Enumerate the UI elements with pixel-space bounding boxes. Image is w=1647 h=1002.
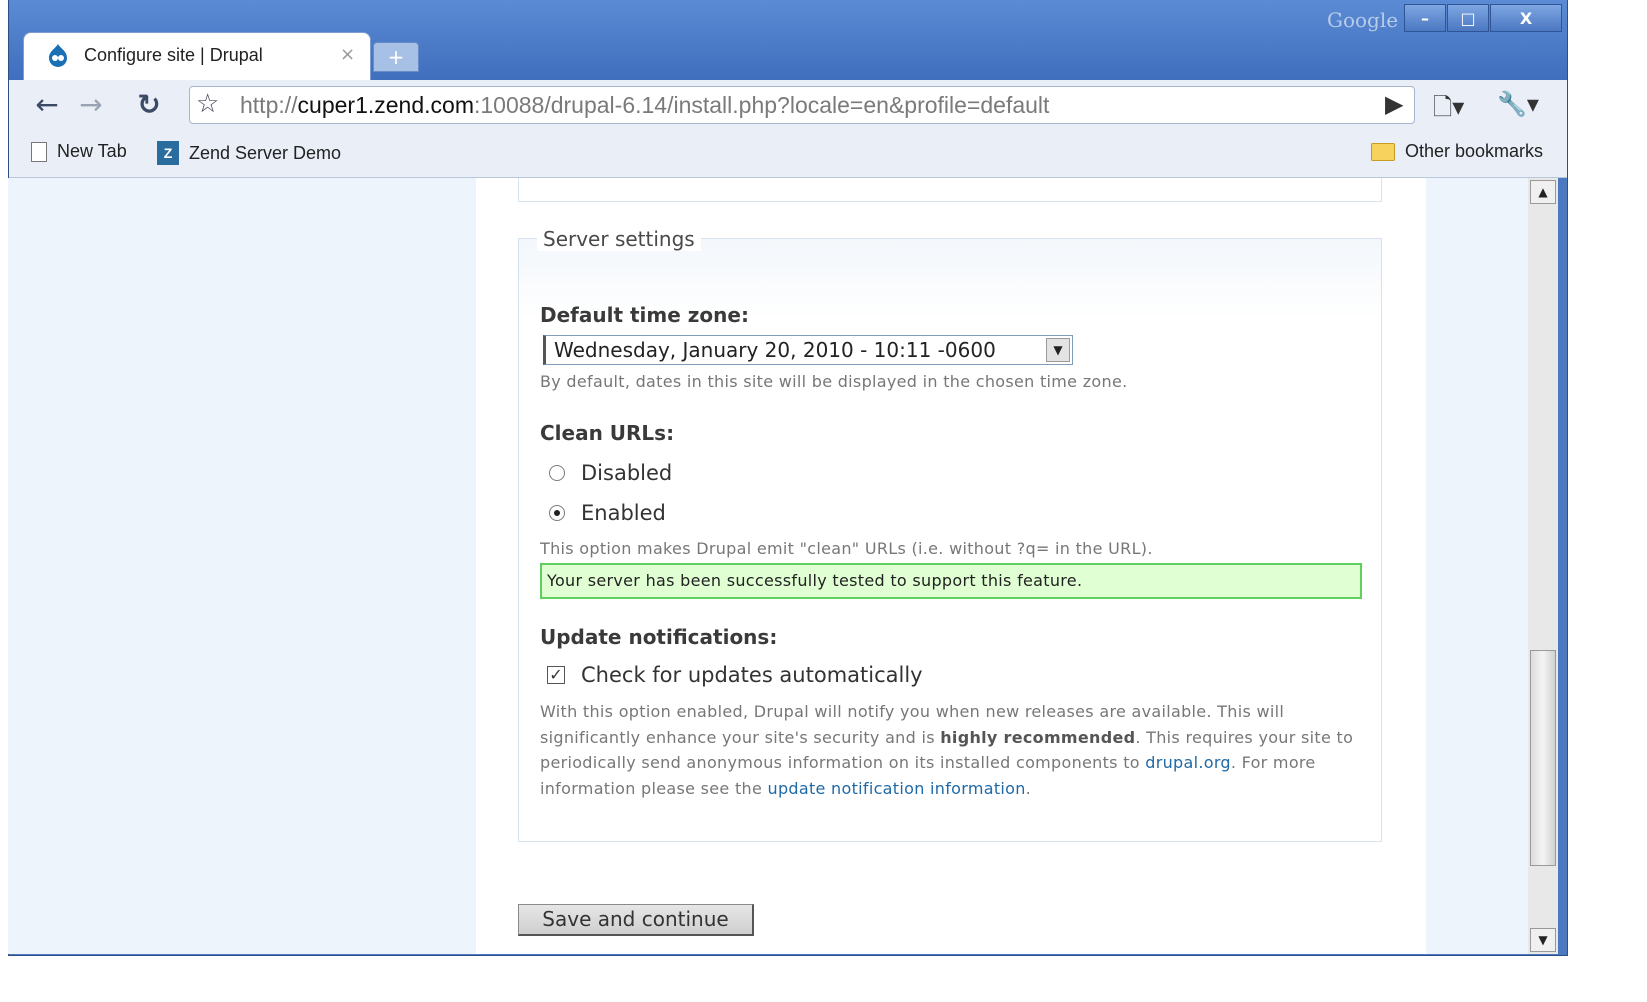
server-settings-fieldset: Server settings Default time zone: Wedne… bbox=[518, 227, 1382, 842]
radio-enabled[interactable]: Enabled bbox=[549, 501, 666, 525]
update-notifications-label: Update notifications: bbox=[540, 625, 778, 649]
radio-enabled-icon[interactable] bbox=[549, 505, 565, 521]
bookmark-new-tab[interactable]: New Tab bbox=[31, 141, 127, 162]
drupal-org-link[interactable]: drupal.org bbox=[1145, 753, 1231, 772]
timezone-selected-value: Wednesday, January 20, 2010 - 10:11 -060… bbox=[554, 338, 996, 362]
tab-close-icon[interactable]: × bbox=[340, 44, 355, 65]
google-logo: Google bbox=[1327, 8, 1399, 32]
go-arrow-icon[interactable]: ▶ bbox=[1385, 90, 1403, 118]
scrollbar-thumb[interactable] bbox=[1530, 650, 1556, 866]
url-text[interactable]: http://cuper1.zend.com:10088/drupal-6.14… bbox=[240, 92, 1049, 119]
radio-disabled-icon[interactable] bbox=[549, 465, 565, 481]
page-viewport: Server settings Default time zone: Wedne… bbox=[8, 178, 1528, 954]
clean-urls-label: Clean URLs: bbox=[540, 421, 675, 445]
bookmarks-bar: New Tab Z Zend Server Demo Other bookmar… bbox=[9, 132, 1567, 178]
update-notification-info-link[interactable]: update notification information bbox=[768, 779, 1026, 798]
address-bar[interactable]: ☆ http://cuper1.zend.com:10088/drupal-6.… bbox=[189, 86, 1415, 124]
zend-icon: Z bbox=[157, 141, 179, 165]
previous-fieldset-edge bbox=[518, 178, 1382, 202]
check-updates-row[interactable]: ✓ Check for updates automatically bbox=[547, 663, 923, 687]
update-notifications-description: With this option enabled, Drupal will no… bbox=[540, 702, 1354, 798]
back-arrow-icon[interactable]: ← bbox=[29, 90, 65, 122]
bookmark-zend-server-demo[interactable]: Z Zend Server Demo bbox=[157, 141, 341, 165]
scroll-up-arrow-icon[interactable]: ▲ bbox=[1530, 180, 1556, 204]
folder-icon bbox=[1371, 142, 1395, 161]
dropdown-arrow-icon[interactable]: ▼ bbox=[1046, 338, 1070, 362]
timezone-select[interactable]: Wednesday, January 20, 2010 - 10:11 -060… bbox=[543, 335, 1073, 365]
save-and-continue-button[interactable]: Save and continue bbox=[518, 904, 754, 936]
bookmark-star-icon[interactable]: ☆ bbox=[196, 89, 219, 119]
drupal-favicon-icon bbox=[49, 44, 67, 67]
reload-icon[interactable]: ↻ bbox=[131, 90, 167, 122]
page-content: Server settings Default time zone: Wedne… bbox=[476, 178, 1426, 954]
timezone-label: Default time zone: bbox=[540, 303, 749, 327]
toolbar: ← → ↻ ☆ http://cuper1.zend.com:10088/dru… bbox=[9, 80, 1567, 132]
tab-title: Configure site | Drupal bbox=[84, 45, 263, 65]
radio-disabled[interactable]: Disabled bbox=[549, 461, 672, 485]
page-icon bbox=[31, 141, 47, 162]
fieldset-legend: Server settings bbox=[537, 227, 701, 251]
forward-arrow-icon[interactable]: → bbox=[73, 90, 109, 122]
checkbox-checked-icon[interactable]: ✓ bbox=[547, 666, 565, 684]
close-window-button[interactable]: X bbox=[1490, 4, 1562, 32]
vertical-scrollbar[interactable]: ▲ ▼ bbox=[1528, 178, 1558, 954]
window-controls: – □ X bbox=[1404, 4, 1564, 34]
clean-urls-description: This option makes Drupal emit "clean" UR… bbox=[540, 539, 1153, 558]
page-menu-icon[interactable]: 🗋▾ bbox=[1433, 90, 1464, 131]
tab-configure-site[interactable]: Configure site | Drupal × bbox=[23, 32, 371, 80]
minimize-button[interactable]: – bbox=[1404, 4, 1446, 32]
wrench-menu-icon[interactable]: 🔧▾ bbox=[1497, 90, 1539, 118]
timezone-description: By default, dates in this site will be d… bbox=[540, 372, 1128, 391]
scroll-down-arrow-icon[interactable]: ▼ bbox=[1530, 928, 1556, 952]
maximize-button[interactable]: □ bbox=[1447, 4, 1489, 32]
clean-urls-success-message: Your server has been successfully tested… bbox=[540, 563, 1362, 599]
other-bookmarks[interactable]: Other bookmarks bbox=[1371, 141, 1543, 162]
new-tab-button[interactable]: + bbox=[373, 42, 419, 72]
